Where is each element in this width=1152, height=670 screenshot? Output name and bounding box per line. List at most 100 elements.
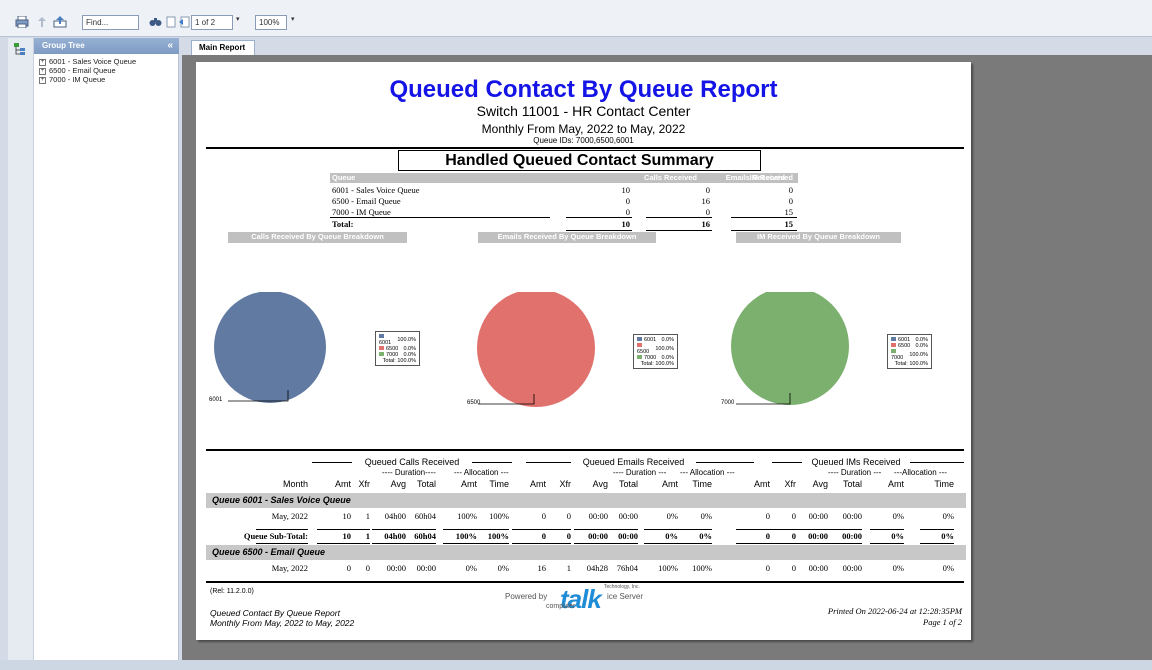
logo-word: talk <box>560 584 602 614</box>
legend-total: Total: 100.0% <box>894 361 928 367</box>
binoculars-icon[interactable] <box>148 14 162 30</box>
table-cell: 1 <box>365 531 370 541</box>
group-calls: Queued Calls Received <box>364 457 460 467</box>
previous-page-icon[interactable] <box>178 14 190 30</box>
column-header: Total <box>842 479 862 489</box>
tree-item-6500[interactable]: +6500 - Email Queue <box>39 66 116 75</box>
summary-col-queue: Queue <box>332 173 356 182</box>
summary-calls: 10 <box>621 185 631 195</box>
duration-label: ---- Duration --- <box>828 468 882 477</box>
subtotal-rule <box>920 543 954 544</box>
pie-slice-7000 <box>731 292 849 405</box>
table-cell: 00:00 <box>618 511 638 521</box>
pie-slice-6500 <box>477 292 595 407</box>
subtotal-rule <box>537 529 571 530</box>
table-cell: 00:00 <box>618 531 638 541</box>
tree-item-6001[interactable]: +6001 - Sales Voice Queue <box>39 57 136 66</box>
im-pie-legend: 6001 0.0% 6500 0.0% 7000 100.0% Total: 100.… <box>887 334 932 369</box>
report-queue-ids: Queue IDs: 7000,6500,6001 <box>533 136 634 145</box>
header-divider <box>206 147 964 149</box>
queue-6001-band: Queue 6001 - Sales Voice Queue <box>206 493 966 508</box>
subtotal-rule <box>794 543 828 544</box>
group-tree-icon[interactable] <box>13 42 27 59</box>
emails-breakdown-title: Emails Received By Queue Breakdown <box>478 232 656 243</box>
group-rule <box>472 462 512 463</box>
total-rule <box>646 217 712 218</box>
print-icon[interactable] <box>14 14 30 30</box>
total-rule <box>566 217 632 218</box>
refresh-icon[interactable] <box>35 14 49 30</box>
report-subtitle: Switch 11001 - HR Contact Center <box>476 103 691 119</box>
summary-emails: 16 <box>701 196 711 206</box>
table-cell: 60h04 <box>414 531 436 541</box>
subtotal-rule <box>920 529 954 530</box>
expand-icon[interactable]: + <box>39 67 46 75</box>
allocation-label: ---Allocation --- <box>894 468 947 477</box>
logo-server: ice Server <box>607 592 644 601</box>
subtotal-rule <box>256 529 308 530</box>
group-tree-header: Group Tree « <box>34 38 179 54</box>
calls-breakdown-title: Calls Received By Queue Breakdown <box>228 232 407 243</box>
table-cell: May, 2022 <box>271 511 308 521</box>
table-cell: 0% <box>941 531 954 541</box>
group-rule <box>772 462 802 463</box>
table-cell: 1 <box>566 563 571 573</box>
total-rule <box>566 230 632 231</box>
table-cell: 0% <box>892 511 904 521</box>
summary-im: 0 <box>788 185 793 195</box>
page-dropdown-arrow[interactable]: ▾ <box>236 15 240 23</box>
total-rule <box>731 217 797 218</box>
queue-6500-band: Queue 6500 - Email Queue <box>206 545 966 560</box>
group-rule <box>910 462 964 463</box>
summary-total-emails: 16 <box>701 219 711 229</box>
duration-label: ---- Duration --- <box>613 468 667 477</box>
table-cell: 100% <box>487 531 509 541</box>
expand-icon[interactable]: + <box>39 58 46 66</box>
summary-emails: 0 <box>705 207 710 217</box>
column-header: Amt <box>887 479 904 489</box>
collapse-tree-button[interactable]: « <box>167 38 173 54</box>
column-header: Xfr <box>559 479 571 489</box>
subtotal-rule <box>443 529 477 530</box>
subtotal-rule <box>828 529 862 530</box>
table-row: May, 2022 0 0 00:00 00:00 0% 0% 16 1 04h28 76h04 10… <box>196 563 971 575</box>
page-number-field[interactable]: 1 of 2 <box>191 15 233 30</box>
calls-pie-legend: 6001 100.0% 6500 0.0% 7000 0.0% Total: 100.… <box>375 331 420 366</box>
legend-entry: 6500 100.0% <box>637 343 674 355</box>
table-cell: May, 2022 <box>271 563 308 573</box>
total-rule <box>330 217 550 218</box>
subtotal-rule <box>336 543 370 544</box>
group-emails: Queued Emails Received <box>582 457 685 467</box>
subtotal-rule <box>574 529 608 530</box>
subtotal-rule <box>762 543 796 544</box>
tree-item-7000[interactable]: +7000 - IM Queue <box>39 75 105 84</box>
subtotal-rule <box>475 529 509 530</box>
column-header: Total <box>416 479 436 489</box>
total-rule <box>731 230 797 231</box>
zoom-select[interactable]: 100% <box>255 15 287 30</box>
im-pie-chart <box>731 292 849 405</box>
footer-divider <box>206 581 964 583</box>
subtotal-rule <box>443 543 477 544</box>
export-icon[interactable] <box>52 14 68 30</box>
expand-icon[interactable]: + <box>39 76 46 84</box>
group-rule <box>526 462 571 463</box>
summary-total-calls: 10 <box>621 219 631 229</box>
summary-emails: 0 <box>705 185 710 195</box>
pie-slice-6001 <box>214 292 326 403</box>
zoom-dropdown-arrow[interactable]: ▾ <box>291 15 295 23</box>
group-tree-panel: Group Tree « +6001 - Sales Voice Queue +… <box>8 38 179 660</box>
table-cell: 0 <box>365 563 370 573</box>
first-page-icon[interactable] <box>165 14 177 30</box>
subtotal-rule <box>870 529 904 530</box>
column-header: Total <box>618 479 638 489</box>
table-cell: 0% <box>892 563 904 573</box>
subtotal-rule <box>574 543 608 544</box>
page-number: Page 1 of 2 <box>923 617 962 627</box>
find-input[interactable]: Find... <box>82 15 139 30</box>
report-toolbar: Find... 1 of 2 ▾ 100% ▾ <box>0 0 1152 37</box>
summary-total-im: 15 <box>784 219 794 229</box>
tab-main-report[interactable]: Main Report <box>191 40 255 55</box>
printed-on: Printed On 2022-06-24 at 12:28:35PM <box>827 606 962 616</box>
group-rule <box>696 462 754 463</box>
